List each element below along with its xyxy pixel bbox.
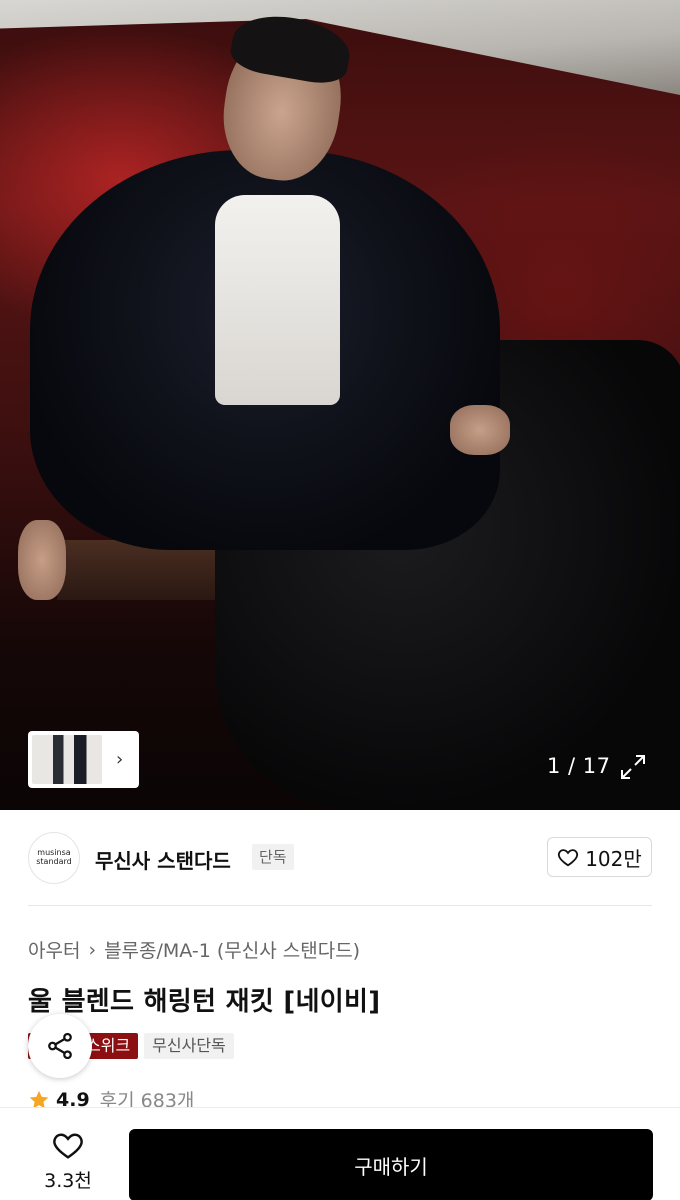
image-counter: 1 / 17 (547, 754, 611, 778)
breadcrumb-item[interactable]: 아우터 (28, 936, 80, 963)
like-count: 102만 (585, 846, 642, 871)
model-hand (18, 520, 66, 600)
chevron-right-icon: › (88, 938, 97, 961)
model-shirt (215, 195, 340, 405)
expand-icon[interactable] (619, 753, 647, 781)
breadcrumb-item[interactable]: 블루종/MA-1 (무신사 스탠다드) (104, 936, 360, 963)
breadcrumb: 아우터 › 블루종/MA-1 (무신사 스탠다드) (28, 936, 360, 963)
thumbnail-strip[interactable]: › (28, 731, 139, 788)
wishlist-button[interactable]: 3.3천 (30, 1130, 106, 1193)
brand-name[interactable]: 무신사 스탠다드 (95, 845, 231, 874)
share-button[interactable] (28, 1014, 92, 1078)
exclusive-badge: 단독 (252, 844, 294, 870)
heart-icon (53, 1133, 83, 1159)
divider (28, 905, 652, 906)
tag-badge: 무신사단독 (144, 1033, 234, 1059)
share-icon (48, 1032, 72, 1060)
product-image[interactable]: › 1 / 17 (0, 0, 680, 810)
buy-button[interactable]: 구매하기 (129, 1129, 653, 1200)
heart-icon (558, 849, 579, 867)
wishlist-count: 3.3천 (44, 1170, 92, 1192)
brand-row: musinsa standard 무신사 스탠다드 단독 102만 (0, 810, 680, 906)
thumbnail-image[interactable] (32, 735, 102, 784)
chevron-right-icon[interactable]: › (116, 749, 123, 770)
product-title: 울 블렌드 해링턴 재킷 [네이비] (28, 987, 381, 1017)
brand-like-button[interactable]: 102만 (547, 837, 652, 877)
model-hand (450, 405, 510, 455)
bottom-bar: 3.3천 구매하기 (0, 1107, 680, 1200)
brand-logo-text: standard (36, 857, 72, 866)
brand-logo[interactable]: musinsa standard (28, 832, 80, 884)
